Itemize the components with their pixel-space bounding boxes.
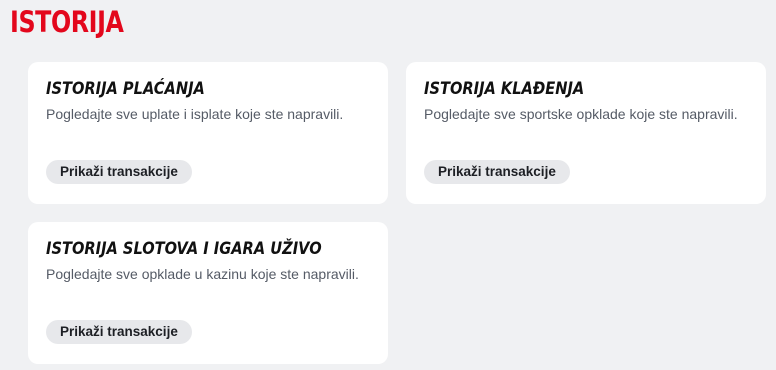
- show-betting-transactions-button[interactable]: Prikaži transakcije: [424, 160, 570, 184]
- show-payment-transactions-button[interactable]: Prikaži transakcije: [46, 160, 192, 184]
- card-description: Pogledajte sve sportske opklade koje ste…: [424, 106, 738, 122]
- page-title: ISTORIJA: [10, 5, 124, 39]
- betting-history-card: ISTORIJA KLAĐENJA Pogledajte sve sportsk…: [406, 62, 766, 204]
- payment-history-card: ISTORIJA PLAĆANJA Pogledajte sve uplate …: [28, 62, 388, 204]
- card-title: ISTORIJA SLOTOVA I IGARA UŽIVO: [46, 239, 322, 259]
- history-page: ISTORIJA ISTORIJA PLAĆANJA Pogledajte sv…: [0, 0, 776, 370]
- card-description: Pogledajte sve uplate i isplate koje ste…: [46, 106, 344, 122]
- card-title: ISTORIJA PLAĆANJA: [46, 79, 205, 99]
- card-description: Pogledajte sve opklade u kazinu koje ste…: [46, 266, 359, 282]
- card-title: ISTORIJA KLAĐENJA: [424, 79, 585, 99]
- show-casino-transactions-button[interactable]: Prikaži transakcije: [46, 320, 192, 344]
- casino-history-card: ISTORIJA SLOTOVA I IGARA UŽIVO Pogledajt…: [28, 222, 388, 364]
